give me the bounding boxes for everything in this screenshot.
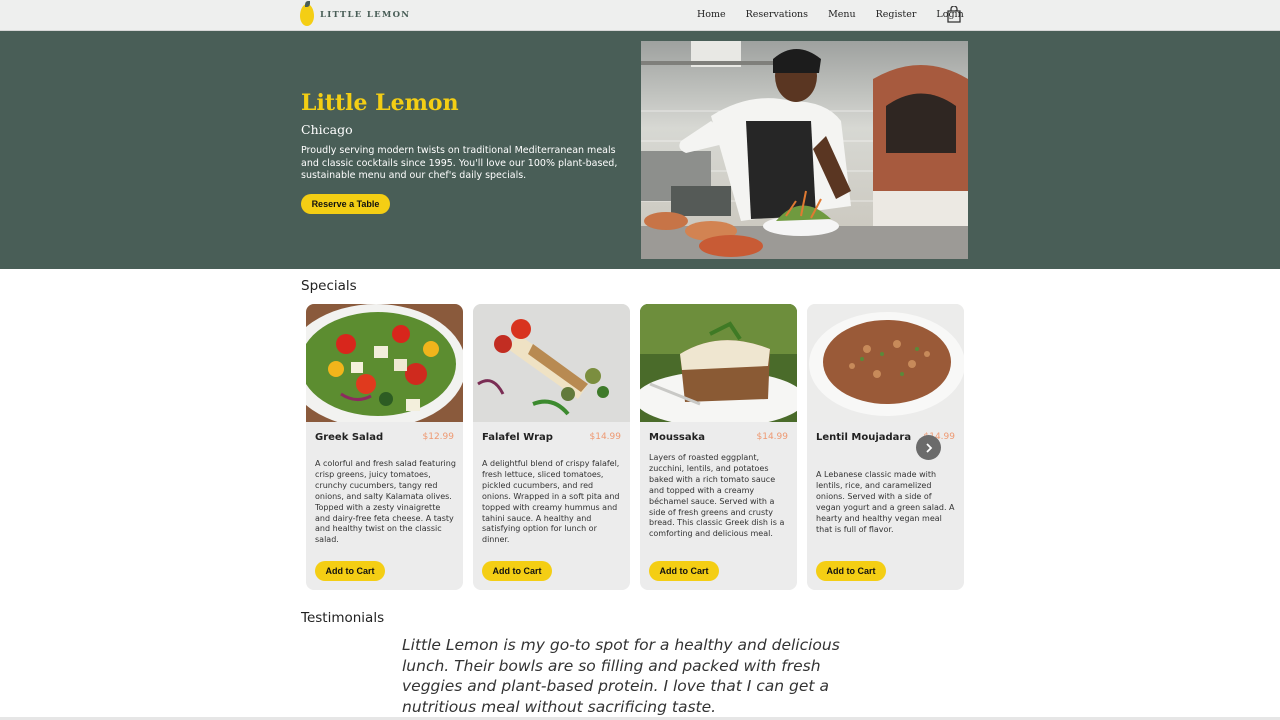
lentil-moujadara-photo [807, 304, 964, 422]
special-card-greek-salad: Greek Salad $12.99 A colorful and fresh … [306, 304, 463, 590]
specials-title: Specials [301, 278, 357, 294]
chevron-right-icon [925, 442, 932, 453]
logo[interactable]: LITTLE LEMON [300, 1, 411, 27]
top-navbar: LITTLE LEMON Home Reservations Menu Regi… [0, 0, 1280, 31]
card-dish-name: Moussaka [649, 432, 705, 443]
add-to-cart-button[interactable]: Add to Cart [816, 561, 886, 581]
card-description: A Lebanese classic made with lentils, ri… [816, 470, 955, 534]
card-description: A colorful and fresh salad featuring cri… [315, 459, 456, 545]
card-price: $14.99 [756, 432, 789, 442]
card-dish-name: Lentil Moujadara [816, 432, 912, 443]
testimonials-title: Testimonials [301, 610, 385, 626]
hero-title: Little Lemon [301, 90, 459, 116]
greek-salad-photo [306, 304, 463, 422]
card-dish-name: Greek Salad [315, 432, 384, 443]
nav-link-home[interactable]: Home [697, 9, 726, 20]
lemon-logo-icon [300, 1, 314, 26]
special-card-moussaka: Moussaka $14.99 Layers of roasted eggpla… [640, 304, 797, 590]
nav-link-menu[interactable]: Menu [828, 9, 856, 20]
add-to-cart-button[interactable]: Add to Cart [482, 561, 552, 581]
nav-link-register[interactable]: Register [876, 9, 917, 20]
hero-description: Proudly serving modern twists on traditi… [301, 145, 618, 181]
card-price: $14.99 [589, 432, 622, 442]
card-description: Layers of roasted eggplant, zucchini, le… [649, 453, 785, 539]
reserve-table-button[interactable]: Reserve a Table [301, 194, 390, 214]
card-price: $12.99 [422, 432, 455, 442]
hero-section: Little Lemon Chicago Proudly serving mod… [0, 31, 1280, 269]
shopping-bag-icon[interactable] [946, 6, 962, 23]
nav-links: Home Reservations Menu Register Login [697, 9, 984, 20]
testimonial-quote: Little Lemon is my go-to spot for a heal… [402, 636, 840, 716]
card-description: A delightful blend of crispy falafel, fr… [482, 459, 620, 545]
chef-plating-photo [641, 41, 968, 259]
falafel-wrap-photo [473, 304, 630, 422]
hero-subtitle: Chicago [301, 122, 353, 137]
add-to-cart-button[interactable]: Add to Cart [315, 561, 385, 581]
add-to-cart-button[interactable]: Add to Cart [649, 561, 719, 581]
logo-text: LITTLE LEMON [320, 10, 411, 20]
moussaka-photo [640, 304, 797, 422]
nav-link-reservations[interactable]: Reservations [746, 9, 808, 20]
carousel-next-button[interactable] [916, 435, 941, 460]
special-card-falafel-wrap: Falafel Wrap $14.99 A delightful blend o… [473, 304, 630, 590]
card-dish-name: Falafel Wrap [482, 432, 553, 443]
